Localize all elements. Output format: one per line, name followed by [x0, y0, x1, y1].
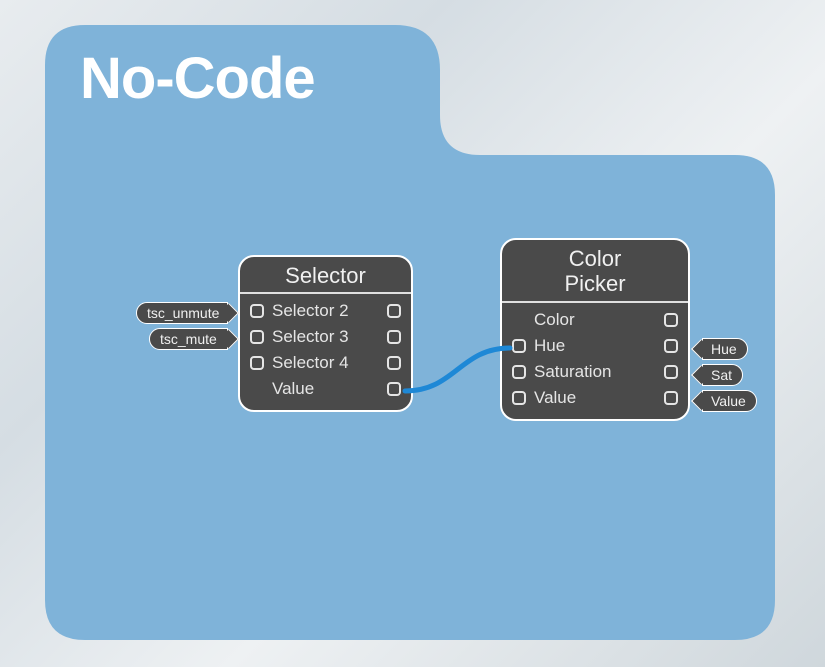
selector-node-rows: Selector 2 Selector 3 Selector 4 Value	[240, 294, 411, 410]
tag-label: Hue	[711, 341, 737, 357]
row-label: Value	[534, 388, 656, 408]
row-label: Selector 4	[272, 353, 379, 373]
output-port-icon[interactable]	[664, 391, 678, 405]
row-label: Value	[272, 379, 379, 399]
input-port-icon[interactable]	[512, 339, 526, 353]
color-picker-node-rows: Color Hue Saturation Value	[502, 303, 688, 419]
output-port-icon[interactable]	[664, 339, 678, 353]
input-port-icon[interactable]	[512, 365, 526, 379]
output-tag-sat[interactable]: Sat	[702, 364, 743, 386]
row-label: Saturation	[534, 362, 656, 382]
tag-label: Sat	[711, 367, 732, 383]
selector-row: Selector 2	[240, 298, 411, 324]
color-row: Color	[502, 307, 688, 333]
tag-label: Value	[711, 393, 746, 409]
color-picker-node-title: Color Picker	[502, 240, 688, 303]
panel-title: No-Code	[80, 45, 315, 112]
output-port-icon[interactable]	[387, 382, 401, 396]
selector-node[interactable]: Selector Selector 2 Selector 3 Selector …	[238, 255, 413, 412]
output-port-icon[interactable]	[387, 356, 401, 370]
selector-row: Selector 4	[240, 350, 411, 376]
selector-node-title: Selector	[240, 257, 411, 294]
color-row: Saturation	[502, 359, 688, 385]
output-tag-hue[interactable]: Hue	[702, 338, 748, 360]
input-port-icon[interactable]	[250, 356, 264, 370]
selector-row: Selector 3	[240, 324, 411, 350]
output-port-icon[interactable]	[387, 330, 401, 344]
tag-label: tsc_mute	[160, 331, 217, 347]
row-label: Hue	[534, 336, 656, 356]
output-tag-value[interactable]: Value	[702, 390, 757, 412]
input-tag-tsc-mute[interactable]: tsc_mute	[149, 328, 228, 350]
row-label: Color	[534, 310, 656, 330]
color-picker-node[interactable]: Color Picker Color Hue Saturation Value	[500, 238, 690, 421]
color-row: Hue	[502, 333, 688, 359]
input-port-icon[interactable]	[250, 330, 264, 344]
input-port-icon[interactable]	[250, 304, 264, 318]
input-tag-tsc-unmute[interactable]: tsc_unmute	[136, 302, 228, 324]
tag-label: tsc_unmute	[147, 305, 219, 321]
output-port-icon[interactable]	[664, 365, 678, 379]
row-label: Selector 2	[272, 301, 379, 321]
color-row: Value	[502, 385, 688, 411]
output-port-icon[interactable]	[387, 304, 401, 318]
selector-row: Value	[240, 376, 411, 402]
row-label: Selector 3	[272, 327, 379, 347]
input-port-icon[interactable]	[512, 391, 526, 405]
output-port-icon[interactable]	[664, 313, 678, 327]
